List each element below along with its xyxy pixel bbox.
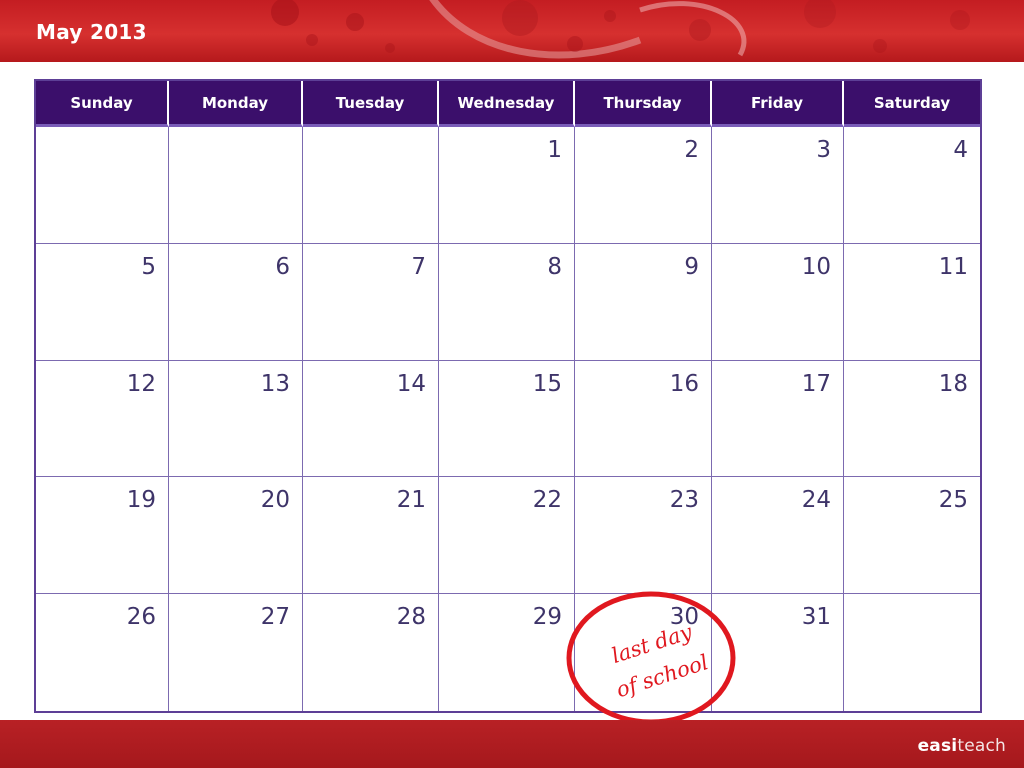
date-number: 17 <box>801 370 831 397</box>
day-cell[interactable]: 30 <box>575 594 712 711</box>
brand-logo: easiteach <box>918 736 1006 756</box>
date-number: 29 <box>532 604 562 631</box>
day-cell[interactable]: 2 <box>575 127 712 244</box>
weekday-header-row: Sunday Monday Tuesday Wednesday Thursday Frid… <box>36 81 980 127</box>
day-cell <box>169 127 303 244</box>
day-cell[interactable]: 23 <box>575 477 712 595</box>
weekday-header-saturday: Saturday <box>844 81 980 127</box>
date-number: 25 <box>938 487 968 514</box>
day-cell[interactable]: 12 <box>36 360 169 478</box>
date-number: 23 <box>669 487 699 514</box>
date-number: 12 <box>126 370 156 397</box>
date-number: 20 <box>260 487 290 514</box>
brand-logo-rest: teach <box>957 736 1006 756</box>
date-number: 6 <box>275 253 290 280</box>
day-cell[interactable]: 19 <box>36 477 169 595</box>
day-cell[interactable]: 17 <box>712 360 844 478</box>
day-cell[interactable]: 11 <box>844 244 980 361</box>
date-number: 13 <box>260 370 290 397</box>
day-cell[interactable]: 4 <box>844 127 980 244</box>
day-cell <box>36 127 169 244</box>
day-cell[interactable]: 22 <box>439 477 575 595</box>
date-number: 2 <box>684 137 699 163</box>
calendar-grid: 1 2 3 4 5 6 7 8 9 10 11 12 13 14 15 16 17 18 19 20 21 22 23 24 2… <box>36 127 980 711</box>
week-row: 5 6 7 8 9 10 11 <box>36 243 980 361</box>
day-cell[interactable]: 21 <box>303 477 439 595</box>
weekday-header-thursday: Thursday <box>575 81 712 127</box>
day-cell[interactable]: 25 <box>844 477 980 595</box>
day-cell[interactable]: 13 <box>169 360 303 478</box>
date-number: 10 <box>801 253 831 280</box>
date-number: 5 <box>141 253 156 280</box>
weekday-header-tuesday: Tuesday <box>303 81 439 127</box>
weekday-header-wednesday: Wednesday <box>439 81 575 127</box>
day-cell[interactable]: 28 <box>303 594 439 711</box>
page-title: May 2013 <box>36 20 147 44</box>
footer-bar: easiteach <box>0 720 1024 768</box>
date-number: 4 <box>953 137 968 163</box>
day-cell[interactable]: 29 <box>439 594 575 711</box>
day-cell <box>303 127 439 244</box>
week-row: 12 13 14 15 16 17 18 <box>36 360 980 478</box>
date-number: 11 <box>938 253 968 280</box>
splatter-decoration <box>271 0 970 59</box>
weekday-header-monday: Monday <box>169 81 303 127</box>
date-number: 28 <box>396 604 426 631</box>
brand-logo-bold: easi <box>917 736 958 756</box>
date-number: 21 <box>396 487 426 514</box>
date-number: 1 <box>547 137 562 163</box>
date-number: 19 <box>126 487 156 514</box>
date-number: 7 <box>411 253 426 280</box>
weekday-header-friday: Friday <box>712 81 844 127</box>
date-number: 16 <box>669 370 699 397</box>
day-cell <box>844 594 980 711</box>
day-cell[interactable]: 9 <box>575 243 712 361</box>
day-cell[interactable]: 18 <box>844 361 980 478</box>
week-row: 1 2 3 4 <box>36 127 980 244</box>
day-cell[interactable]: 10 <box>712 243 844 361</box>
day-cell[interactable]: 31 <box>712 594 844 711</box>
day-cell[interactable]: 14 <box>303 360 439 478</box>
date-number: 15 <box>532 370 562 397</box>
date-number: 31 <box>801 604 831 631</box>
date-number: 22 <box>532 487 562 514</box>
day-cell[interactable]: 26 <box>36 594 169 711</box>
date-number: 8 <box>547 253 562 280</box>
date-number: 14 <box>396 370 426 397</box>
week-row: 26 27 28 29 30 31 <box>36 594 980 711</box>
date-number: 18 <box>938 370 968 397</box>
date-number: 30 <box>669 604 699 631</box>
date-number: 27 <box>260 604 290 631</box>
month-calendar: Sunday Monday Tuesday Wednesday Thursday Frid… <box>34 79 982 713</box>
day-cell[interactable]: 20 <box>169 477 303 595</box>
weekday-header-sunday: Sunday <box>36 81 169 127</box>
date-number: 3 <box>816 137 831 163</box>
day-cell[interactable]: 3 <box>712 127 844 244</box>
date-number: 26 <box>126 604 156 631</box>
day-cell[interactable]: 16 <box>575 360 712 478</box>
day-cell[interactable]: 6 <box>169 243 303 361</box>
day-cell[interactable]: 5 <box>36 243 169 361</box>
day-cell[interactable]: 15 <box>439 360 575 478</box>
date-number: 9 <box>684 253 699 280</box>
date-number: 24 <box>801 487 831 514</box>
week-row: 19 20 21 22 23 24 25 <box>36 477 980 595</box>
day-cell[interactable]: 7 <box>303 243 439 361</box>
day-cell[interactable]: 27 <box>169 594 303 711</box>
header-banner: May 2013 <box>0 0 1024 62</box>
day-cell[interactable]: 1 <box>439 127 575 244</box>
day-cell[interactable]: 8 <box>439 243 575 361</box>
day-cell[interactable]: 24 <box>712 477 844 595</box>
